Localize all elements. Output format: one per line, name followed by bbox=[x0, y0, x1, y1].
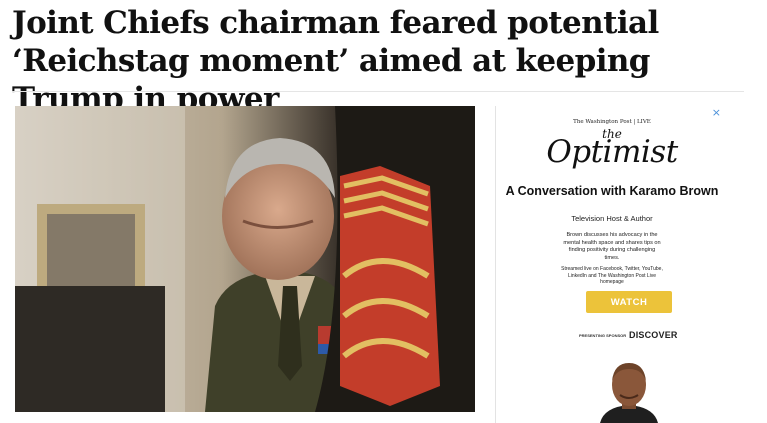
sidebar-divider bbox=[495, 106, 496, 423]
article-headline: Joint Chiefs chairman feared potential ‘… bbox=[12, 5, 659, 117]
ad-close-icon[interactable]: × bbox=[712, 106, 721, 119]
ad-guest-role: Television Host & Author bbox=[571, 214, 653, 223]
ad-publisher-label: The Washington Post | LIVE bbox=[573, 119, 651, 125]
sponsor-logo: DISCOVER bbox=[629, 330, 678, 340]
headline-divider bbox=[12, 91, 744, 92]
guest-portrait-image bbox=[600, 363, 658, 423]
ad-streaming-note: Streamed live on Facebook, Twitter, YouT… bbox=[561, 266, 663, 285]
watch-button[interactable]: WATCH bbox=[586, 291, 672, 313]
ad-event-title: A Conversation with Karamo Brown bbox=[505, 184, 719, 198]
article-photo[interactable] bbox=[15, 106, 475, 412]
ad-sponsor-label: PRESENTING SPONSOR bbox=[579, 333, 627, 338]
ad-description: Brown discusses his advocacy in the ment… bbox=[563, 232, 661, 261]
general-portrait-image bbox=[15, 106, 475, 412]
sidebar-advertisement[interactable]: × The Washington Post | LIVE the Optimis… bbox=[497, 106, 727, 423]
ad-brand-title: Optimist bbox=[546, 134, 678, 170]
